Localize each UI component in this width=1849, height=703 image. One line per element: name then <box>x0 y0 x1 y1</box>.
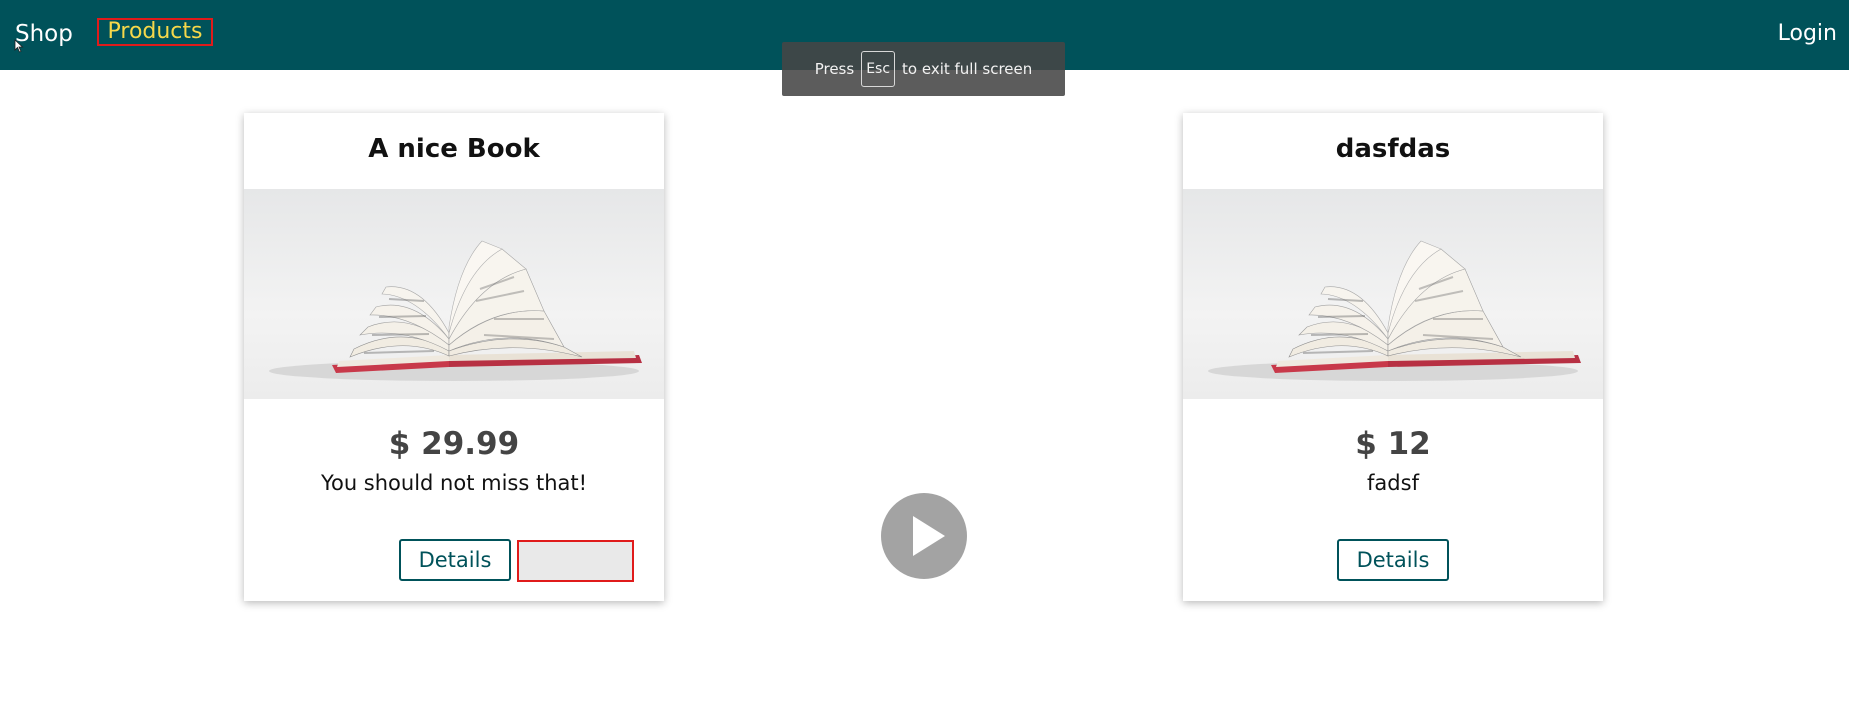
highlighted-blank-button[interactable] <box>517 540 634 582</box>
product-image <box>1183 189 1603 399</box>
product-description: You should not miss that! <box>320 471 588 495</box>
details-button[interactable]: Details <box>399 539 511 581</box>
open-book-icon <box>269 240 642 381</box>
fullscreen-notice-text-before: Press <box>814 60 855 78</box>
nav-products-link[interactable]: Products <box>97 18 213 46</box>
details-button[interactable]: Details <box>1337 539 1449 581</box>
product-price: $ 12 <box>1355 426 1431 462</box>
nav-login-link[interactable]: Login <box>1778 20 1837 48</box>
fullscreen-notice: Press Esc to exit full screen <box>782 42 1065 96</box>
fullscreen-notice-text-after: to exit full screen <box>902 60 1033 78</box>
esc-key-badge: Esc <box>861 51 896 87</box>
product-card: dasfdas $ 12 fadsf Details <box>1183 113 1603 601</box>
product-price: $ 29.99 <box>388 426 520 462</box>
product-card: A nice Book $ 29.99 You should not miss … <box>244 113 664 601</box>
play-icon <box>913 516 945 556</box>
product-title: A nice Book <box>368 134 540 164</box>
product-title: dasfdas <box>1335 134 1451 164</box>
mouse-pointer-icon <box>14 39 24 53</box>
play-button[interactable] <box>881 493 967 579</box>
product-image <box>244 189 664 399</box>
product-description: fadsf <box>1367 471 1419 495</box>
open-book-icon <box>1208 240 1581 381</box>
